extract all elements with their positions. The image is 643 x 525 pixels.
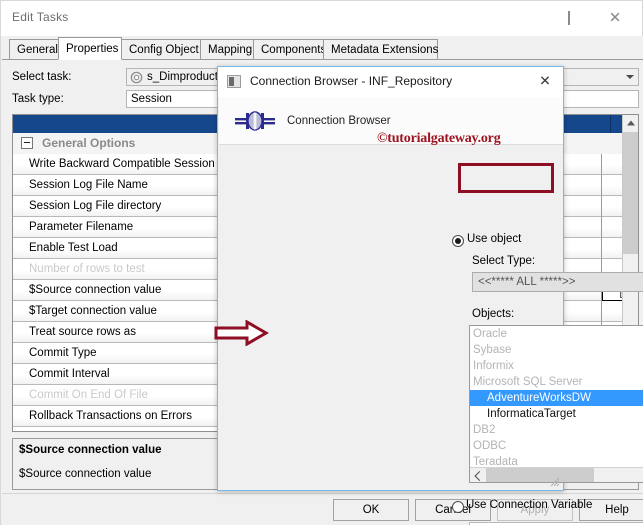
select-type-label: Select Type: <box>472 255 536 267</box>
list-item[interactable]: Informix <box>470 358 643 374</box>
tab-properties[interactable]: Properties <box>58 37 122 60</box>
close-button[interactable]: ✕ <box>592 1 638 34</box>
window-title: Edit Tasks <box>12 10 69 24</box>
task-type-value: Session <box>131 93 172 105</box>
maximize-button[interactable] <box>546 1 592 34</box>
use-connection-variable-radio[interactable] <box>452 501 464 513</box>
collapse-expander-icon[interactable] <box>21 137 33 149</box>
select-type-combo[interactable]: <<***** ALL *****>> <box>472 272 643 292</box>
select-task-label: Select task: <box>12 71 72 83</box>
dialog-close-button[interactable]: ✕ <box>531 69 559 93</box>
tab-mapping[interactable]: Mapping <box>200 39 254 60</box>
window-titlebar: Edit Tasks ✕ <box>1 1 642 36</box>
dialog-title: Connection Browser - INF_Repository <box>250 74 453 88</box>
minimize-button[interactable] <box>500 1 546 34</box>
tab-metadata-extensions[interactable]: Metadata Extensions <box>323 39 438 60</box>
list-item[interactable]: Sybase <box>470 342 643 358</box>
resize-grip-icon[interactable] <box>550 477 560 487</box>
select-task-value: s_Dimproducts <box>147 71 224 83</box>
dialog-header-banner: Connection Browser ©tutorialgateway.org <box>219 97 563 146</box>
tab-strip: General Properties Config Object Mapping… <box>1 36 643 60</box>
selection-arrow-annotation <box>214 319 270 347</box>
connection-browser-dialog: Connection Browser - INF_Repository ✕ Co… <box>217 66 643 525</box>
select-type-value: <<***** ALL *****>> <box>478 276 576 288</box>
gear-icon <box>130 71 143 84</box>
tab-config-object[interactable]: Config Object <box>121 39 201 60</box>
application-icon <box>227 75 241 88</box>
list-item-selected[interactable]: AdventureWorksDW <box>470 390 643 406</box>
use-object-label[interactable]: Use object <box>467 233 521 245</box>
dialog-titlebar: Connection Browser - INF_Repository ✕ <box>218 67 563 97</box>
connection-icon <box>235 109 275 133</box>
objects-listbox[interactable]: Oracle Sybase Informix Microsoft SQL Ser… <box>469 325 643 483</box>
tab-components[interactable]: Components <box>253 39 326 60</box>
chevron-down-icon <box>626 75 634 79</box>
scroll-up-button[interactable] <box>623 115 638 131</box>
objects-label: Objects: <box>472 308 515 320</box>
use-connection-variable-label[interactable]: Use Connection Variable <box>466 499 592 511</box>
ok-button[interactable]: OK <box>333 499 409 521</box>
use-object-radio[interactable] <box>452 235 464 247</box>
list-item[interactable]: ODBC <box>470 438 643 454</box>
list-item[interactable]: DB2 <box>470 422 643 438</box>
task-type-label: Task type: <box>12 93 64 105</box>
scrollbar-thumb[interactable] <box>486 468 594 482</box>
scrollbar-thumb[interactable] <box>623 132 638 254</box>
list-item[interactable]: Oracle <box>470 326 643 342</box>
list-item[interactable]: InformaticaTarget <box>470 406 643 422</box>
scroll-left-button[interactable] <box>470 468 485 482</box>
dialog-header-label: Connection Browser <box>287 115 391 127</box>
objects-list: Oracle Sybase Informix Microsoft SQL Ser… <box>470 326 643 470</box>
watermark-text: ©tutorialgateway.org <box>377 131 501 146</box>
description-text: $Source connection value <box>19 468 152 480</box>
description-title: $Source connection value <box>19 444 162 456</box>
list-item[interactable]: Microsoft SQL Server <box>470 374 643 390</box>
